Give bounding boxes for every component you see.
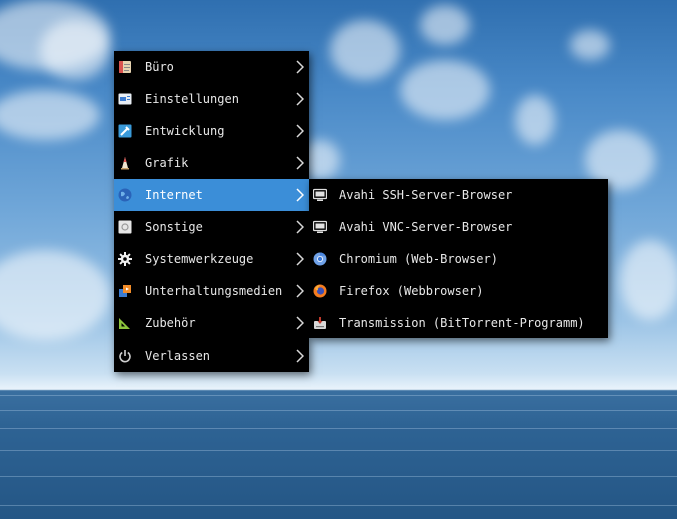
menu-item-label: Systemwerkzeuge xyxy=(145,252,254,266)
chevron-right-icon xyxy=(296,349,304,363)
submenu-item-label: Transmission (BitTorrent-Programm) xyxy=(339,316,585,330)
menu-item-label: Zubehör xyxy=(145,316,196,330)
menu-item-einstellungen[interactable]: Einstellungen xyxy=(114,83,309,115)
menu-item-label: Grafik xyxy=(145,156,189,170)
chevron-right-icon xyxy=(296,124,304,138)
accessories-icon xyxy=(118,316,132,330)
menu-item-zubehoer[interactable]: Zubehör xyxy=(114,307,309,339)
globe-icon xyxy=(118,188,132,202)
menu-item-label: Entwicklung xyxy=(145,124,225,138)
submenu-item-label: Firefox (Webbrowser) xyxy=(339,284,484,298)
applications-menu: Büro Einstellungen Entwicklung Grafik In… xyxy=(114,51,309,372)
monitor-icon xyxy=(313,188,327,202)
menu-item-verlassen[interactable]: Verlassen xyxy=(114,340,309,372)
chevron-right-icon xyxy=(296,252,304,266)
menu-item-sonstige[interactable]: Sonstige xyxy=(114,211,309,243)
office-icon xyxy=(118,60,132,74)
menu-item-internet[interactable]: Internet xyxy=(114,179,309,211)
chevron-right-icon xyxy=(296,284,304,298)
gear-icon xyxy=(118,252,132,266)
menu-item-grafik[interactable]: Grafik xyxy=(114,147,309,179)
menu-item-label: Sonstige xyxy=(145,220,203,234)
menu-item-label: Einstellungen xyxy=(145,92,239,106)
monitor-icon xyxy=(313,220,327,234)
chevron-right-icon xyxy=(296,188,304,202)
submenu-item-label: Avahi VNC-Server-Browser xyxy=(339,220,513,234)
submenu-item-chromium[interactable]: Chromium (Web-Browser) xyxy=(309,243,608,275)
firefox-icon xyxy=(313,284,327,298)
power-icon xyxy=(118,349,132,363)
transmission-icon xyxy=(313,316,327,330)
multimedia-icon xyxy=(118,284,132,298)
menu-item-label: Büro xyxy=(145,60,174,74)
chevron-right-icon xyxy=(296,156,304,170)
graphics-icon xyxy=(118,156,132,170)
submenu-item-label: Chromium (Web-Browser) xyxy=(339,252,498,266)
settings-panel-icon xyxy=(118,92,132,106)
internet-submenu: Avahi SSH-Server-Browser Avahi VNC-Serve… xyxy=(309,179,608,338)
submenu-item-transmission[interactable]: Transmission (BitTorrent-Programm) xyxy=(309,307,608,339)
development-icon xyxy=(118,124,132,138)
chevron-right-icon xyxy=(296,220,304,234)
chevron-right-icon xyxy=(296,60,304,74)
submenu-item-avahi-ssh[interactable]: Avahi SSH-Server-Browser xyxy=(309,179,608,211)
menu-item-systemwerkzeuge[interactable]: Systemwerkzeuge xyxy=(114,243,309,275)
menu-item-buero[interactable]: Büro xyxy=(114,51,309,83)
chevron-right-icon xyxy=(296,92,304,106)
submenu-item-firefox[interactable]: Firefox (Webbrowser) xyxy=(309,275,608,307)
menu-item-label: Internet xyxy=(145,188,203,202)
submenu-item-label: Avahi SSH-Server-Browser xyxy=(339,188,513,202)
menu-item-label: Verlassen xyxy=(145,349,211,363)
other-icon xyxy=(118,220,132,234)
menu-item-label: Unterhaltungsmedien xyxy=(145,284,283,298)
menu-item-entwicklung[interactable]: Entwicklung xyxy=(114,115,309,147)
submenu-item-avahi-vnc[interactable]: Avahi VNC-Server-Browser xyxy=(309,211,608,243)
menu-item-unterhaltungsmedien[interactable]: Unterhaltungsmedien xyxy=(114,275,309,307)
chevron-right-icon xyxy=(296,316,304,330)
chromium-icon xyxy=(313,252,327,266)
